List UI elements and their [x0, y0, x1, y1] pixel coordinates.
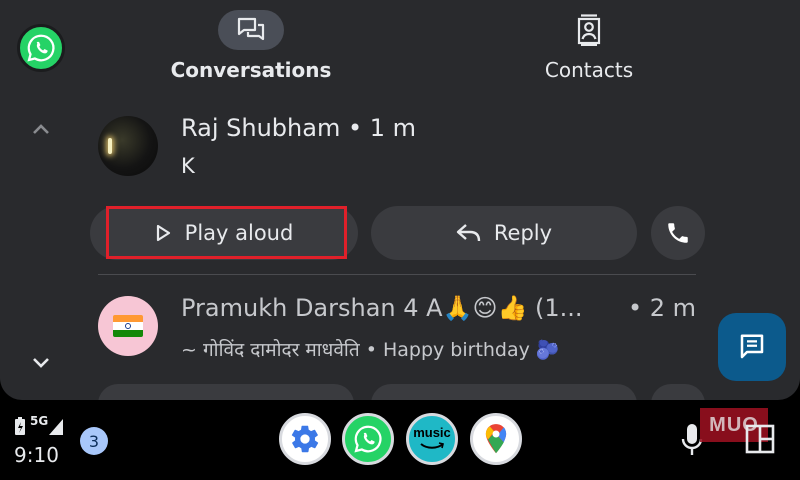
whatsapp-icon[interactable] [17, 24, 65, 72]
reply-label: Reply [493, 221, 553, 245]
avatar-image [108, 138, 112, 154]
whatsapp-icon [354, 425, 382, 453]
call-button[interactable] [651, 206, 705, 260]
network-label: 5G [30, 414, 49, 428]
conversation-preview: ~ गोविंद दामोदर माधवेति • Happy birthday… [181, 339, 560, 361]
amazon-music-app[interactable]: music [406, 413, 458, 465]
new-message-icon [740, 334, 764, 359]
layout-toggle-button[interactable] [745, 424, 775, 454]
chevron-down-glyph [33, 358, 49, 368]
whatsapp-conversations-screen: Conversations Contacts Raj Shubham • 1 m… [0, 0, 800, 400]
play-aloud-button[interactable]: Play aloud [90, 206, 358, 260]
chevron-down-icon[interactable] [28, 352, 54, 374]
notification-badge[interactable]: 3 [80, 427, 108, 455]
avatar [98, 116, 158, 176]
battery-icon [15, 417, 25, 435]
status-indicators: 5G [14, 414, 64, 436]
amazon-music-logo: music [413, 426, 451, 452]
play-aloud-label: Play aloud [184, 221, 294, 245]
conversations-glyph [237, 17, 265, 41]
conversation-time: • 2 m [628, 294, 697, 322]
india-flag-icon [113, 315, 143, 337]
contacts-glyph [577, 14, 601, 46]
clock: 9:10 [14, 443, 59, 467]
maps-icon [485, 424, 507, 454]
new-message-button[interactable] [718, 313, 786, 381]
tab-conversations[interactable]: Conversations [168, 10, 334, 82]
avatar [98, 296, 158, 356]
call-button-next[interactable] [651, 384, 705, 400]
conversations-icon [218, 10, 284, 50]
whatsapp-glyph [27, 34, 55, 62]
play-aloud-button-next[interactable] [98, 384, 354, 400]
conversation-sender[interactable]: Pramukh Darshan 4 A🙏😊👍 (1... [181, 294, 611, 322]
divider [98, 274, 696, 275]
chevron-up-glyph [33, 124, 49, 134]
reply-button-next[interactable] [371, 384, 637, 400]
phone-icon [668, 223, 688, 243]
signal-icon [49, 419, 64, 435]
amazon-smile-icon [420, 442, 444, 449]
maps-app[interactable] [470, 413, 522, 465]
reply-icon [456, 224, 481, 242]
conversation-preview: K [181, 154, 195, 178]
music-label: music [413, 425, 451, 440]
reply-button[interactable]: Reply [371, 206, 637, 260]
conversation-sender[interactable]: Raj Shubham • 1 m [181, 114, 416, 142]
chevron-up-icon[interactable] [28, 118, 54, 140]
settings-icon [291, 425, 319, 453]
settings-app[interactable] [279, 413, 331, 465]
layout-icon [745, 424, 775, 454]
tab-conversations-label: Conversations [170, 58, 332, 82]
tab-contacts[interactable]: Contacts [520, 10, 658, 82]
contacts-icon [556, 10, 622, 50]
whatsapp-app[interactable] [342, 413, 394, 465]
play-icon [156, 224, 170, 242]
tab-contacts-label: Contacts [544, 58, 634, 82]
